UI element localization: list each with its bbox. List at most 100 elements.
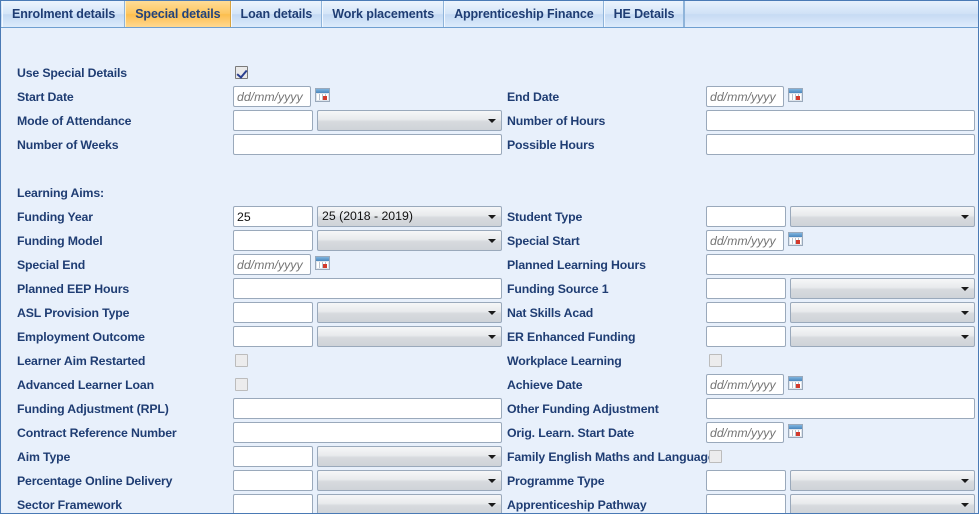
label-planned-eep-hours: Planned EEP Hours	[17, 282, 130, 296]
calendar-icon-orig-learn-start-date[interactable]	[788, 424, 803, 438]
label-orig-learn-start-date: Orig. Learn. Start Date	[507, 426, 635, 440]
combo-asl-provision-type[interactable]	[317, 302, 502, 323]
special-details-panel: Use Special Details Start Date End Date …	[1, 28, 978, 513]
label-mode-of-attendance: Mode of Attendance	[17, 114, 132, 128]
label-apprenticeship-pathway: Apprenticeship Pathway	[507, 498, 647, 512]
input-sector-framework-code[interactable]	[233, 494, 313, 513]
checkbox-advanced-learner-loan[interactable]	[235, 378, 248, 391]
input-orig-learn-start-date[interactable]	[706, 422, 784, 443]
input-funding-model-code[interactable]	[233, 230, 313, 251]
chevron-down-icon	[961, 310, 969, 315]
label-learner-aim-restarted: Learner Aim Restarted	[17, 354, 146, 368]
label-family-english-maths-and-language: Family English Maths and Language	[507, 450, 715, 464]
tab-loan-details[interactable]: Loan details	[230, 1, 323, 27]
chevron-down-icon	[488, 334, 496, 339]
label-use-special-details: Use Special Details	[17, 66, 127, 80]
label-funding-year: Funding Year	[17, 210, 93, 224]
calendar-icon-special-end[interactable]	[315, 256, 330, 270]
checkbox-family-english-maths-and-language[interactable]	[709, 450, 722, 463]
combo-sector-framework[interactable]	[317, 494, 502, 513]
label-special-end: Special End	[17, 258, 86, 272]
label-percentage-online-delivery: Percentage Online Delivery	[17, 474, 173, 488]
combo-student-type[interactable]	[790, 206, 975, 227]
label-student-type: Student Type	[507, 210, 583, 224]
chevron-down-icon	[961, 214, 969, 219]
label-aim-type: Aim Type	[17, 450, 71, 464]
label-nat-skills-acad: Nat Skills Acad	[507, 306, 594, 320]
input-percentage-online-delivery-code[interactable]	[233, 470, 313, 491]
input-contract-reference-number[interactable]	[233, 422, 502, 443]
label-achieve-date: Achieve Date	[507, 378, 583, 392]
input-number-of-weeks[interactable]	[233, 134, 502, 155]
combo-programme-type[interactable]	[790, 470, 975, 491]
label-contract-reference-number: Contract Reference Number	[17, 426, 177, 440]
tab-bar-filler	[684, 1, 978, 27]
special-details-form-window: Enrolment details Special details Loan d…	[0, 0, 979, 514]
input-aim-type-code[interactable]	[233, 446, 313, 467]
input-programme-type-code[interactable]	[706, 470, 786, 491]
chevron-down-icon	[488, 310, 496, 315]
calendar-icon-end-date[interactable]	[788, 88, 803, 102]
tab-bar: Enrolment details Special details Loan d…	[1, 1, 978, 28]
chevron-down-icon	[488, 454, 496, 459]
tab-he-details[interactable]: HE Details	[603, 1, 685, 27]
chevron-down-icon	[961, 478, 969, 483]
chevron-down-icon	[961, 502, 969, 507]
input-start-date[interactable]	[233, 86, 311, 107]
label-asl-provision-type: ASL Provision Type	[17, 306, 130, 320]
label-employment-outcome: Employment Outcome	[17, 330, 145, 344]
label-workplace-learning: Workplace Learning	[507, 354, 622, 368]
label-programme-type: Programme Type	[507, 474, 605, 488]
chevron-down-icon	[488, 118, 496, 123]
input-special-end[interactable]	[233, 254, 311, 275]
input-apprenticeship-pathway-code[interactable]	[706, 494, 786, 513]
input-funding-source-1-code[interactable]	[706, 278, 786, 299]
input-number-of-hours[interactable]	[706, 110, 975, 131]
combo-funding-year[interactable]: 25 (2018 - 2019)	[317, 206, 502, 227]
combo-nat-skills-acad[interactable]	[790, 302, 975, 323]
input-employment-outcome-code[interactable]	[233, 326, 313, 347]
checkbox-workplace-learning[interactable]	[709, 354, 722, 367]
section-heading-learning-aims: Learning Aims:	[17, 186, 104, 200]
chevron-down-icon	[488, 502, 496, 507]
combo-apprenticeship-pathway[interactable]	[790, 494, 975, 513]
combo-employment-outcome[interactable]	[317, 326, 502, 347]
combo-aim-type[interactable]	[317, 446, 502, 467]
combo-er-enhanced-funding[interactable]	[790, 326, 975, 347]
input-asl-provision-type-code[interactable]	[233, 302, 313, 323]
tab-enrolment-details[interactable]: Enrolment details	[2, 1, 126, 27]
input-special-start[interactable]	[706, 230, 784, 251]
chevron-down-icon	[961, 286, 969, 291]
label-funding-model: Funding Model	[17, 234, 103, 248]
input-planned-eep-hours[interactable]	[233, 278, 502, 299]
input-mode-of-attendance-code[interactable]	[233, 110, 313, 131]
input-funding-adjustment-rpl[interactable]	[233, 398, 502, 419]
input-er-enhanced-funding-code[interactable]	[706, 326, 786, 347]
combo-mode-of-attendance[interactable]	[317, 110, 502, 131]
chevron-down-icon	[961, 334, 969, 339]
label-er-enhanced-funding: ER Enhanced Funding	[507, 330, 636, 344]
input-other-funding-adjustment[interactable]	[706, 398, 975, 419]
tab-apprenticeship-finance[interactable]: Apprenticeship Finance	[444, 1, 604, 27]
tab-special-details[interactable]: Special details	[125, 1, 231, 27]
calendar-icon-special-start[interactable]	[788, 232, 803, 246]
input-achieve-date[interactable]	[706, 374, 784, 395]
label-funding-source-1: Funding Source 1	[507, 282, 609, 296]
input-funding-year-code[interactable]	[233, 206, 313, 227]
tab-work-placements[interactable]: Work placements	[322, 1, 445, 27]
combo-funding-model[interactable]	[317, 230, 502, 251]
input-possible-hours[interactable]	[706, 134, 975, 155]
combo-percentage-online-delivery[interactable]	[317, 470, 502, 491]
chevron-down-icon	[488, 238, 496, 243]
input-planned-learning-hours[interactable]	[706, 254, 975, 275]
input-end-date[interactable]	[706, 86, 784, 107]
checkbox-learner-aim-restarted[interactable]	[235, 354, 248, 367]
calendar-icon-start-date[interactable]	[315, 88, 330, 102]
chevron-down-icon	[488, 214, 496, 219]
calendar-icon-achieve-date[interactable]	[788, 376, 803, 390]
checkbox-use-special-details[interactable]	[235, 66, 248, 79]
label-number-of-weeks: Number of Weeks	[17, 138, 119, 152]
input-student-type-code[interactable]	[706, 206, 786, 227]
input-nat-skills-acad-code[interactable]	[706, 302, 786, 323]
combo-funding-source-1[interactable]	[790, 278, 975, 299]
